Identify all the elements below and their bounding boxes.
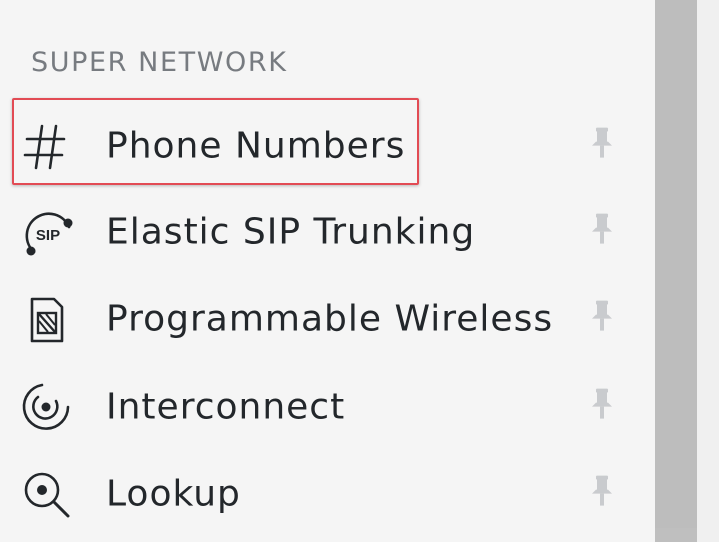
pin-icon[interactable] [587,126,617,160]
sip-icon: SIP [18,204,74,260]
sim-card-icon [18,291,74,347]
sidebar-item-lookup[interactable]: Lookup [0,451,640,537]
interconnect-icon [18,379,74,435]
sidebar-item-phone-numbers[interactable]: Phone Numbers [0,103,640,189]
sidebar-panel: SUPER NETWORK Phone Numbers SIP Elastic … [0,0,655,542]
scrollbar-thumb[interactable] [655,0,697,528]
sidebar-item-label: Elastic SIP Trunking [106,211,476,253]
section-title: SUPER NETWORK [31,47,288,78]
hash-icon [18,118,74,174]
sidebar-item-label: Lookup [106,473,241,515]
scrollbar[interactable] [655,0,697,542]
pin-icon[interactable] [587,474,617,508]
lookup-icon [18,466,74,522]
sidebar-item-label: Phone Numbers [106,125,406,167]
sidebar-item-programmable-wireless[interactable]: Programmable Wireless [0,276,640,362]
pin-icon[interactable] [587,212,617,246]
pin-icon[interactable] [587,299,617,333]
sidebar-item-interconnect[interactable]: Interconnect [0,364,640,450]
sidebar-item-label: Interconnect [106,386,346,428]
sidebar-item-elastic-sip-trunking[interactable]: SIP Elastic SIP Trunking [0,189,640,275]
pin-icon[interactable] [587,387,617,421]
sip-icon-text: SIP [36,227,60,244]
sidebar-item-label: Programmable Wireless [106,298,554,340]
scrollbar-gutter [697,0,719,542]
